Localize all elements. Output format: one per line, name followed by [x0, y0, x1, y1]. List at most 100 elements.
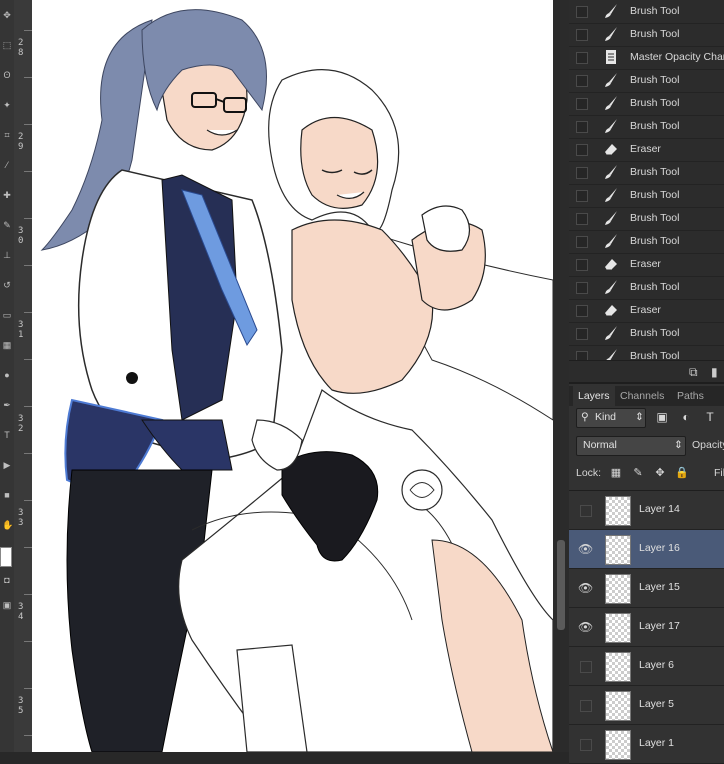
ruler-label: 3 4	[18, 602, 24, 622]
history-brush-tool-icon[interactable]: ↺	[2, 280, 12, 290]
blend-mode-value: Normal	[583, 439, 617, 451]
ruler-label: 2 9	[18, 132, 24, 152]
history-state[interactable]: Brush Tool	[569, 92, 724, 116]
brush-icon	[603, 164, 619, 180]
lasso-tool-icon[interactable]: ʘ	[2, 70, 12, 80]
history-snapshot-checkbox[interactable]	[576, 305, 588, 317]
history-state[interactable]: Brush Tool	[569, 69, 724, 93]
scrollbar-thumb[interactable]	[557, 540, 565, 630]
move-tool-icon[interactable]: ✥	[2, 10, 12, 20]
visibility-toggle[interactable]	[580, 661, 592, 673]
brush-icon	[603, 26, 619, 42]
path-select-tool-icon[interactable]: ▶	[2, 460, 12, 470]
visibility-toggle[interactable]	[580, 739, 592, 751]
quick-mask-icon[interactable]: ◘	[2, 575, 12, 585]
shape-tool-icon[interactable]: ■	[2, 490, 12, 500]
tab-layers[interactable]: Layers	[573, 386, 615, 406]
layer-row[interactable]: Layer 14	[569, 491, 724, 530]
history-state[interactable]: Brush Tool	[569, 161, 724, 185]
history-state[interactable]: Brush Tool	[569, 322, 724, 346]
history-snapshot-checkbox[interactable]	[576, 29, 588, 41]
history-state[interactable]: Brush Tool	[569, 0, 724, 24]
history-state[interactable]: Eraser	[569, 299, 724, 323]
healing-tool-icon[interactable]: ✚	[2, 190, 12, 200]
eyedropper-tool-icon[interactable]: ⁄	[2, 160, 12, 170]
layer-row[interactable]: Layer 6	[569, 647, 724, 686]
screen-mode-icon[interactable]: ▣	[2, 600, 12, 610]
lock-all-icon[interactable]: 🔒	[675, 465, 689, 481]
history-snapshot-checkbox[interactable]	[576, 75, 588, 87]
type-tool-icon[interactable]: T	[2, 430, 12, 440]
gradient-tool-icon[interactable]: ▦	[2, 340, 12, 350]
layer-row[interactable]: Layer 1	[569, 725, 724, 764]
tab-paths[interactable]: Paths	[672, 386, 709, 406]
lock-label: Lock:	[576, 467, 602, 479]
wand-tool-icon[interactable]: ✦	[2, 100, 12, 110]
history-snapshot-checkbox[interactable]	[576, 190, 588, 202]
brush-icon	[603, 325, 619, 341]
layer-name: Layer 1	[639, 737, 675, 749]
history-state[interactable]: Brush Tool	[569, 115, 724, 139]
vertical-ruler: 2 8 2 9 3 0 3 1 3 2 3 3 3 4 3 5	[14, 0, 33, 752]
layer-row[interactable]: Layer 5	[569, 686, 724, 725]
new-snapshot-icon[interactable]: ⧉	[689, 365, 703, 379]
delete-state-icon[interactable]: ▮	[711, 365, 724, 379]
history-snapshot-checkbox[interactable]	[576, 236, 588, 248]
brush-tool-icon[interactable]: ✎	[2, 220, 12, 230]
brush-icon	[603, 95, 619, 111]
eye-icon[interactable]: 👁	[578, 620, 593, 634]
history-state[interactable]: Brush Tool	[569, 23, 724, 47]
history-state[interactable]: Master Opacity Change	[569, 46, 724, 70]
layer-row[interactable]: 👁 Layer 17	[569, 608, 724, 647]
canvas-scrollbar[interactable]	[553, 0, 569, 752]
layer-row[interactable]: 👁 Layer 16	[569, 530, 724, 569]
eye-icon[interactable]: 👁	[578, 542, 593, 556]
history-snapshot-checkbox[interactable]	[576, 52, 588, 64]
foreground-color-swatch[interactable]	[0, 547, 12, 567]
brush-icon	[603, 279, 619, 295]
visibility-toggle[interactable]	[580, 700, 592, 712]
history-snapshot-checkbox[interactable]	[576, 98, 588, 110]
lock-position-icon[interactable]: ✥	[653, 465, 667, 481]
history-state[interactable]: Brush Tool	[569, 207, 724, 231]
filter-type-icon[interactable]: T	[703, 410, 717, 424]
pen-tool-icon[interactable]: ✒	[2, 400, 12, 410]
history-state[interactable]: Brush Tool	[569, 184, 724, 208]
filter-adjustment-icon[interactable]: ◐	[679, 410, 693, 424]
history-state-label: Brush Tool	[630, 235, 680, 247]
history-snapshot-checkbox[interactable]	[576, 121, 588, 133]
lock-transparency-icon[interactable]: ▦	[609, 465, 623, 481]
blend-mode-dropdown[interactable]: Normal ⇕	[576, 436, 686, 456]
eye-icon[interactable]: 👁	[578, 581, 593, 595]
history-snapshot-checkbox[interactable]	[576, 259, 588, 271]
history-snapshot-checkbox[interactable]	[576, 167, 588, 179]
history-state[interactable]: Brush Tool	[569, 276, 724, 300]
marquee-tool-icon[interactable]: ⬚	[2, 40, 12, 50]
brush-icon	[603, 118, 619, 134]
eraser-tool-icon[interactable]: ▭	[2, 310, 12, 320]
ruler-label: 3 1	[18, 320, 24, 340]
history-snapshot-checkbox[interactable]	[576, 6, 588, 18]
filter-pixel-icon[interactable]: ▣	[655, 410, 669, 424]
dropdown-arrows-icon: ⇕	[635, 411, 644, 423]
crop-tool-icon[interactable]: ⌗	[2, 130, 12, 140]
layer-filter-dropdown[interactable]: ⚲ Kind ⇕	[576, 408, 646, 428]
history-state[interactable]: Brush Tool	[569, 230, 724, 254]
tab-channels[interactable]: Channels	[615, 386, 669, 406]
stamp-tool-icon[interactable]: ⊥	[2, 250, 12, 260]
history-state[interactable]: Eraser	[569, 138, 724, 162]
history-snapshot-checkbox[interactable]	[576, 282, 588, 294]
ruler-label: 3 2	[18, 414, 24, 434]
history-snapshot-checkbox[interactable]	[576, 213, 588, 225]
history-state-label: Brush Tool	[630, 74, 680, 86]
history-snapshot-checkbox[interactable]	[576, 328, 588, 340]
history-snapshot-checkbox[interactable]	[576, 144, 588, 156]
visibility-toggle[interactable]	[580, 505, 592, 517]
hand-tool-icon[interactable]: ✋	[2, 520, 13, 530]
dropdown-arrows-icon: ⇕	[674, 439, 683, 451]
history-state[interactable]: Eraser	[569, 253, 724, 277]
document-canvas[interactable]	[32, 0, 553, 752]
dodge-tool-icon[interactable]: ●	[2, 370, 12, 380]
lock-pixels-icon[interactable]: ✎	[631, 465, 645, 481]
layer-row[interactable]: 👁 Layer 15	[569, 569, 724, 608]
